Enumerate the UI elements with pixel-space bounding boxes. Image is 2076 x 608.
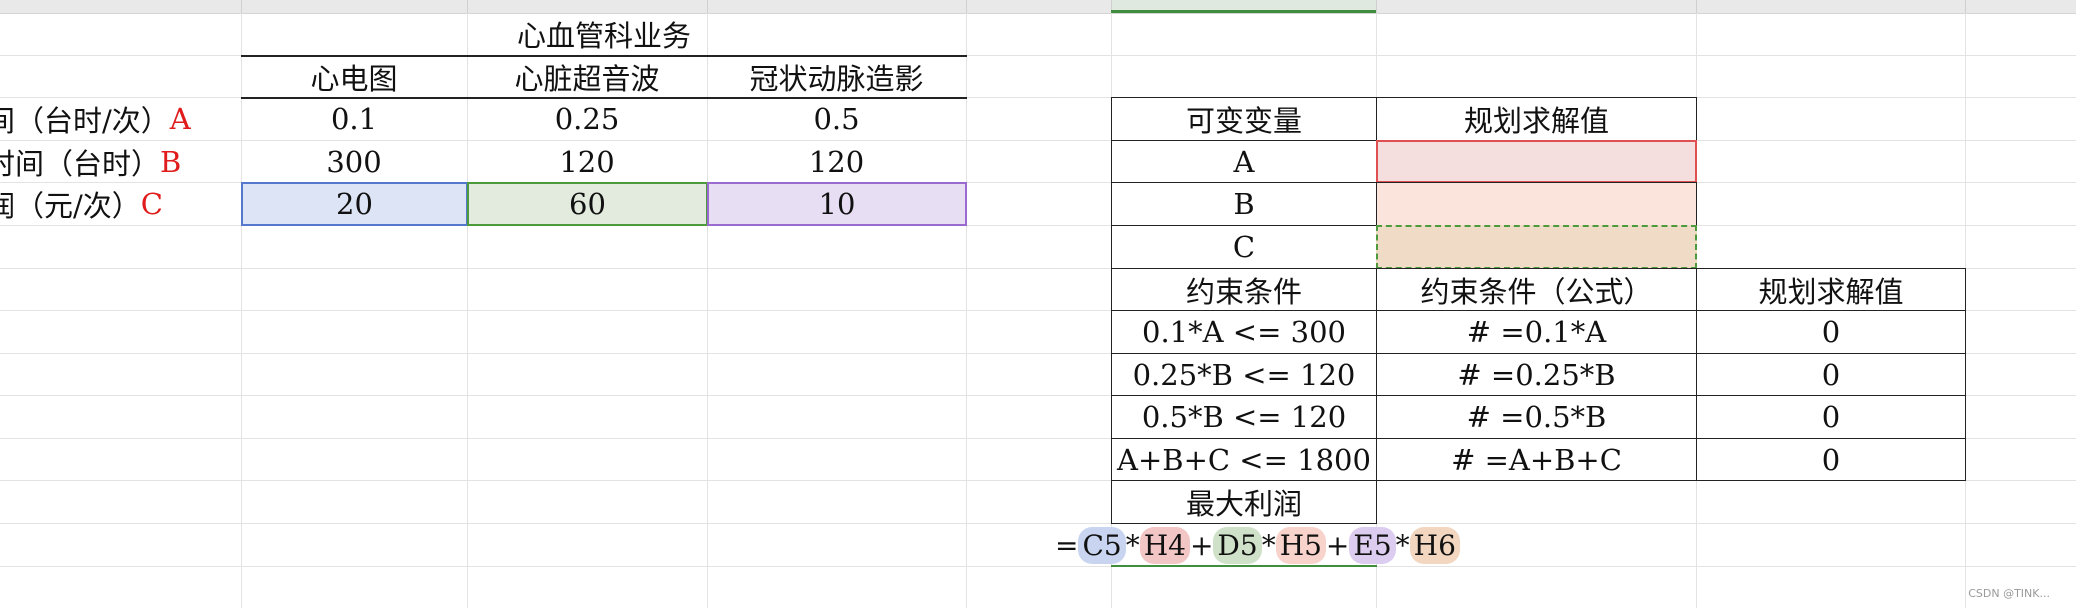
constraint-condition-4[interactable]: A+B+C <= 1800 (1111, 438, 1377, 481)
row-var-b: B (160, 144, 182, 179)
column-separator (1696, 0, 1697, 13)
constraint-value-2[interactable]: 0 (1696, 353, 1966, 396)
cell-b-echo[interactable]: 120 (467, 141, 707, 182)
row-var-c: C (140, 187, 163, 221)
constraint-header-formula[interactable]: 约束条件（公式） (1376, 268, 1697, 311)
var-value-c[interactable] (1376, 225, 1697, 269)
formula-operator: * (1125, 528, 1140, 562)
max-profit-formula[interactable]: = C5 * H4 + D5 * H5 + E5 * H6 (1055, 525, 1460, 565)
constraint-value-1[interactable]: 0 (1696, 310, 1966, 354)
formula-operator: * (1395, 528, 1410, 562)
var-name-a[interactable]: A (1111, 140, 1377, 183)
constraint-header-value[interactable]: 规划求解值 (1696, 268, 1966, 311)
var-header-name[interactable]: 可变变量 (1111, 97, 1377, 141)
cell-c-angio[interactable]: 10 (707, 182, 967, 226)
column-separator (467, 0, 468, 13)
header-echo[interactable]: 心脏超音波 (467, 56, 707, 97)
var-value-b[interactable] (1376, 182, 1697, 226)
active-cell-underline (1111, 565, 1377, 567)
constraint-value-3[interactable]: 0 (1696, 395, 1966, 439)
constraint-condition-1[interactable]: 0.1*A <= 300 (1111, 310, 1377, 354)
var-header-value[interactable]: 规划求解值 (1376, 97, 1697, 141)
row-label-text: 时间（台时） (0, 146, 161, 181)
cell-b-ecg[interactable]: 300 (241, 141, 467, 182)
column-separator (241, 0, 242, 13)
formula-ref-h5: H5 (1275, 526, 1326, 564)
cell-a-angio[interactable]: 0.5 (707, 98, 966, 140)
var-value-a[interactable] (1376, 140, 1697, 183)
cell-a-echo[interactable]: 0.25 (467, 98, 707, 140)
constraint-condition-2[interactable]: 0.25*B <= 120 (1111, 353, 1377, 396)
row-label-c[interactable]: 润（元/次） C (0, 183, 241, 225)
header-angio[interactable]: 冠状动脉造影 (707, 56, 966, 97)
column-separator (1376, 0, 1377, 13)
var-name-b[interactable]: B (1111, 182, 1377, 226)
cell-a-ecg[interactable]: 0.1 (241, 98, 467, 140)
column-header-bar[interactable] (0, 0, 2076, 14)
selected-column-indicator (1111, 10, 1376, 13)
max-profit-label[interactable]: 最大利润 (1111, 480, 1377, 524)
formula-ref-d5: D5 (1213, 526, 1262, 564)
cell-b-angio[interactable]: 120 (707, 141, 966, 182)
formula-ref-h4: H4 (1139, 526, 1190, 564)
var-name-c[interactable]: C (1111, 225, 1377, 269)
formula-equals: = (1055, 528, 1079, 562)
column-separator (966, 0, 967, 13)
row-label-text: 润（元/次） (0, 189, 141, 223)
column-separator (707, 0, 708, 13)
constraint-formula-2[interactable]: # =0.25*B (1376, 353, 1697, 396)
cell-c-echo[interactable]: 60 (467, 182, 708, 226)
constraint-formula-1[interactable]: # =0.1*A (1376, 310, 1697, 354)
formula-operator: + (1189, 528, 1214, 562)
row-label-b[interactable]: 时间（台时） B (0, 141, 241, 182)
formula-operator: + (1325, 528, 1350, 562)
row-label-a[interactable]: 间（台时/次） A (0, 98, 241, 140)
row-var-a: A (169, 102, 191, 136)
header-ecg[interactable]: 心电图 (241, 56, 467, 97)
row-label-text: 间（台时/次） (0, 104, 170, 138)
watermark: CSDN @TINK... (1968, 587, 2050, 600)
left-table-title[interactable]: 心血管科业务 (241, 13, 967, 55)
column-separator (1965, 0, 1966, 13)
constraint-header-condition[interactable]: 约束条件 (1111, 268, 1377, 311)
formula-ref-e5: E5 (1349, 526, 1396, 564)
constraint-formula-3[interactable]: # =0.5*B (1376, 395, 1697, 439)
constraint-formula-4[interactable]: # =A+B+C (1376, 438, 1697, 481)
constraint-value-4[interactable]: 0 (1696, 438, 1966, 481)
formula-ref-c5: C5 (1078, 526, 1126, 564)
formula-operator: * (1261, 528, 1276, 562)
constraint-condition-3[interactable]: 0.5*B <= 120 (1111, 395, 1377, 439)
formula-ref-h6: H6 (1409, 526, 1460, 564)
cell-c-ecg[interactable]: 20 (241, 182, 468, 226)
